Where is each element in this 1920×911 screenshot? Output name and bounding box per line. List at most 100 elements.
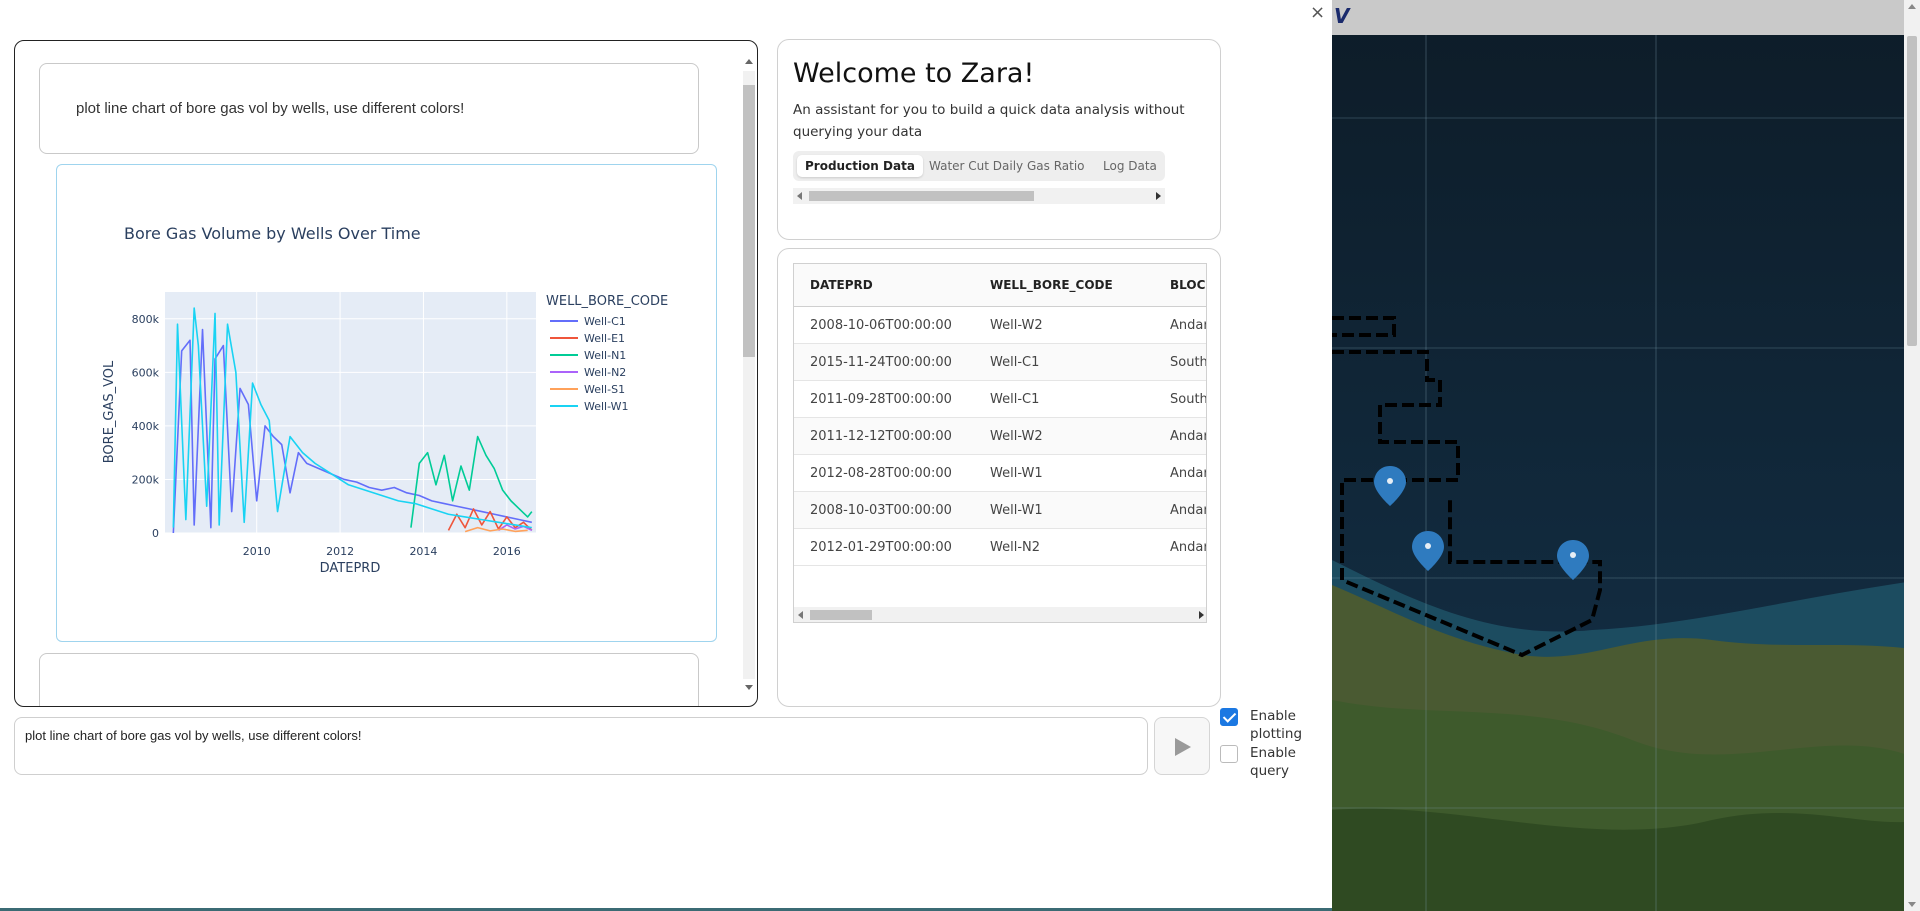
legend-label: Well-S1	[584, 383, 625, 396]
scroll-up-icon[interactable]	[745, 59, 753, 64]
data-table[interactable]: DATEPRD WELL_BORE_CODE BLOC 2008-10-06T0…	[793, 263, 1207, 623]
tab-water-cut-daily-gas-ratio[interactable]: Water Cut Daily Gas Ratio	[921, 155, 1093, 177]
map-canvas	[1332, 0, 1920, 911]
cell-dateprd: 2015-11-24T00:00:00	[810, 355, 952, 370]
welcome-panel: Welcome to Zara! An assistant for you to…	[777, 39, 1221, 240]
enable-query-checkbox[interactable]	[1220, 745, 1238, 763]
cell-bloc: Andar	[1170, 540, 1207, 555]
tabs-scrollbar[interactable]	[793, 188, 1165, 204]
tab-log-data[interactable]: Log Data	[1095, 155, 1165, 177]
cell-well-bore-code: Well-W2	[990, 429, 1043, 444]
chart-title: Bore Gas Volume by Wells Over Time	[124, 224, 421, 243]
legend-item[interactable]: Well-N1	[550, 349, 626, 362]
table-row[interactable]: 2015-11-24T00:00:00 Well-C1 South	[794, 344, 1207, 381]
legend-item[interactable]: Well-E1	[550, 332, 625, 345]
welcome-title: Welcome to Zara!	[793, 58, 1035, 89]
cell-bloc: Andar	[1170, 503, 1207, 518]
data-table-panel: DATEPRD WELL_BORE_CODE BLOC 2008-10-06T0…	[777, 248, 1221, 707]
column-header-dateprd[interactable]: DATEPRD	[810, 278, 873, 292]
x-axis-label: DATEPRD	[320, 561, 381, 576]
x-tick-label: 2014	[409, 545, 437, 558]
x-tick-label: 2010	[243, 545, 271, 558]
legend-label: Well-C1	[584, 315, 626, 328]
map-scrollbar[interactable]	[1904, 0, 1920, 911]
scroll-down-icon[interactable]	[1908, 902, 1916, 907]
legend-item[interactable]: Well-C1	[550, 315, 626, 328]
legend-label: Well-N2	[584, 366, 626, 379]
table-row[interactable]: 2008-10-06T00:00:00 Well-W2 Andar	[794, 307, 1207, 344]
next-message-card	[39, 653, 699, 706]
scrollbar-thumb[interactable]	[810, 610, 872, 620]
y-tick-label: 600k	[132, 366, 160, 379]
cell-well-bore-code: Well-C1	[990, 392, 1040, 407]
chat-history[interactable]: plot line chart of bore gas vol by wells…	[14, 40, 758, 707]
table-row[interactable]: 2008-10-03T00:00:00 Well-W1 Andar	[794, 492, 1207, 529]
table-row[interactable]: 2012-01-29T00:00:00 Well-N2 Andar	[794, 529, 1207, 566]
table-scrollbar[interactable]	[794, 607, 1206, 622]
legend-label: Well-N1	[584, 349, 626, 362]
cell-dateprd: 2008-10-06T00:00:00	[810, 318, 952, 333]
cell-well-bore-code: Well-W1	[990, 503, 1043, 518]
legend-item[interactable]: Well-S1	[550, 383, 625, 396]
scrollbar-thumb[interactable]	[743, 85, 755, 357]
scrollbar-thumb[interactable]	[1907, 36, 1917, 346]
cell-well-bore-code: Well-W1	[990, 466, 1043, 481]
prompt-input[interactable]	[25, 728, 1125, 764]
enable-query-label: Enable query	[1250, 745, 1296, 779]
table-row[interactable]: 2011-09-28T00:00:00 Well-C1 South	[794, 381, 1207, 418]
table-row[interactable]: 2011-12-12T00:00:00 Well-W2 Andar	[794, 418, 1207, 455]
table-row[interactable]: 2012-08-28T00:00:00 Well-W1 Andar	[794, 455, 1207, 492]
legend-label: Well-E1	[584, 332, 625, 345]
cell-bloc: South	[1170, 392, 1207, 407]
table-header: DATEPRD WELL_BORE_CODE BLOC	[794, 264, 1206, 307]
send-icon	[1175, 738, 1191, 756]
legend-title: WELL_BORE_CODE	[546, 294, 668, 309]
send-button[interactable]	[1154, 717, 1210, 775]
cell-bloc: South	[1170, 355, 1207, 370]
scroll-left-icon[interactable]	[798, 611, 803, 619]
chat-scrollbar[interactable]	[741, 55, 755, 695]
scrollbar-thumb[interactable]	[809, 191, 1034, 201]
y-axis-label: BORE_GAS_VOL	[102, 360, 117, 463]
cell-dateprd: 2008-10-03T00:00:00	[810, 503, 952, 518]
x-tick-label: 2016	[493, 545, 521, 558]
cell-bloc: Andar	[1170, 466, 1207, 481]
y-tick-label: 200k	[132, 473, 160, 486]
scroll-left-icon[interactable]	[797, 192, 802, 200]
enable-plotting-label: Enable plotting	[1250, 708, 1303, 742]
user-message-text: plot line chart of bore gas vol by wells…	[76, 100, 465, 117]
column-header-bloc[interactable]: BLOC	[1170, 278, 1205, 292]
cell-bloc: Andar	[1170, 429, 1207, 444]
prompt-input-box	[14, 717, 1148, 775]
cell-well-bore-code: Well-C1	[990, 355, 1040, 370]
line-chart: Bore Gas Volume by Wells Over Time 2010 2…	[102, 224, 668, 576]
welcome-description: An assistant for you to build a quick da…	[793, 102, 1185, 140]
close-icon[interactable]: ×	[1310, 2, 1325, 23]
assistant-panel: × plot line chart of bore gas vol by wel…	[0, 0, 1332, 911]
dataset-tabs: Production Data Water Cut Daily Gas Rati…	[793, 151, 1165, 181]
scroll-right-icon[interactable]	[1156, 192, 1161, 200]
scroll-down-icon[interactable]	[745, 685, 753, 690]
cell-dateprd: 2011-12-12T00:00:00	[810, 429, 952, 444]
cell-dateprd: 2011-09-28T00:00:00	[810, 392, 952, 407]
map-view[interactable]: V	[1332, 0, 1920, 911]
map-header-bar: V	[1332, 0, 1920, 35]
cell-well-bore-code: Well-W2	[990, 318, 1043, 333]
chart-message-card: Bore Gas Volume by Wells Over Time 2010 2…	[56, 164, 717, 642]
y-tick-label: 800k	[132, 313, 160, 326]
cell-dateprd: 2012-01-29T00:00:00	[810, 540, 952, 555]
user-message-card: plot line chart of bore gas vol by wells…	[39, 63, 699, 154]
y-tick-label: 400k	[132, 420, 160, 433]
cell-bloc: Andar	[1170, 318, 1207, 333]
cell-dateprd: 2012-08-28T00:00:00	[810, 466, 952, 481]
column-header-well-bore-code[interactable]: WELL_BORE_CODE	[990, 278, 1113, 292]
map-logo: V	[1334, 4, 1350, 28]
legend-item[interactable]: Well-W1	[550, 400, 629, 413]
tab-production-data[interactable]: Production Data	[797, 155, 923, 177]
x-tick-label: 2012	[326, 545, 354, 558]
scroll-up-icon[interactable]	[1908, 4, 1916, 9]
enable-plotting-checkbox[interactable]	[1220, 708, 1238, 726]
legend-item[interactable]: Well-N2	[550, 366, 626, 379]
scroll-right-icon[interactable]	[1199, 611, 1204, 619]
cell-well-bore-code: Well-N2	[990, 540, 1041, 555]
